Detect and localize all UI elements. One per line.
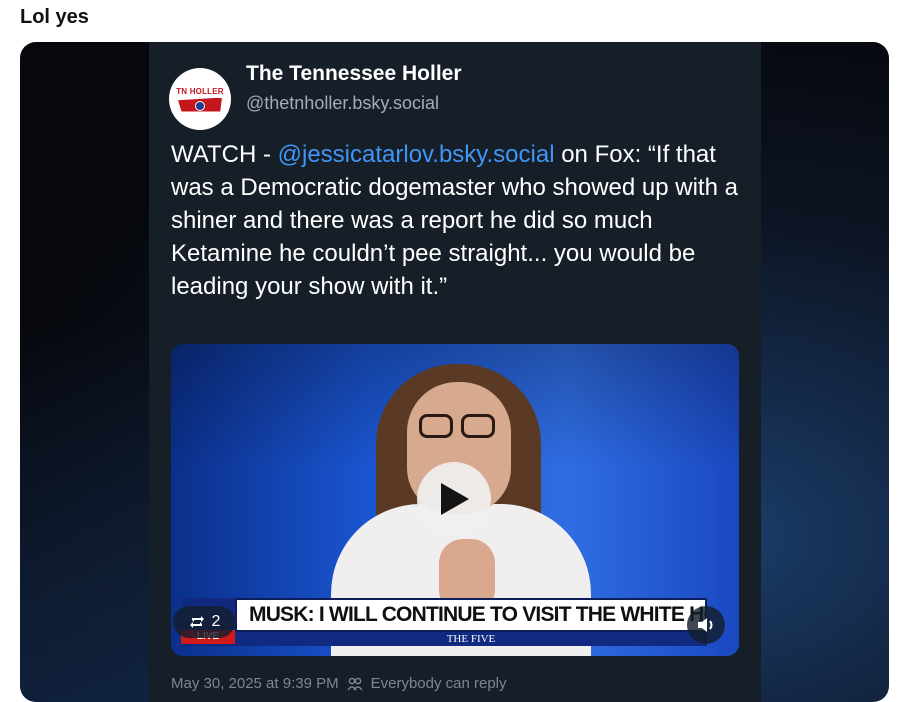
news-lower-third: LIVE MUSK: I WILL CONTINUE TO VISIT THE … — [181, 598, 707, 646]
author-handle: @thetnholler.bsky.social — [246, 93, 440, 113]
avatar-logo-text: TN HOLLER — [176, 86, 224, 96]
post-text: WATCH - @jessicatarlov.bsky.social on Fo… — [171, 138, 746, 303]
background-glow — [20, 322, 150, 702]
post-meta: May 30, 2025 at 9:39 PM Everybody can re… — [171, 675, 507, 692]
repost-count: 2 — [211, 613, 221, 630]
news-banner: MUSK: I WILL CONTINUE TO VISIT THE WHITE… — [235, 598, 707, 632]
embedded-screenshot[interactable]: TN HOLLER The Tennessee Holler @thetnhol… — [20, 42, 889, 702]
people-icon — [347, 677, 363, 690]
author-avatar: TN HOLLER — [169, 68, 231, 130]
post-text-prefix: WATCH - — [171, 141, 278, 168]
mention-link: @jessicatarlov.bsky.social — [277, 141, 555, 168]
play-icon — [441, 483, 469, 515]
speaker-icon — [698, 618, 713, 632]
author-name: The Tennessee Holler — [246, 62, 462, 85]
play-button — [417, 462, 491, 536]
post-caption: Lol yes — [20, 6, 89, 28]
reply-setting: Everybody can reply — [370, 675, 507, 692]
show-name: THE FIVE — [235, 632, 707, 646]
mute-button — [687, 606, 725, 644]
repost-icon — [189, 616, 204, 628]
tennessee-logo-icon — [178, 97, 222, 112]
glasses-left — [419, 414, 453, 438]
glasses-right — [461, 414, 495, 438]
video-thumbnail: LIVE MUSK: I WILL CONTINUE TO VISIT THE … — [171, 344, 739, 656]
post-date: May 30, 2025 at 9:39 PM — [171, 675, 339, 692]
bluesky-post-card: TN HOLLER The Tennessee Holler @thetnhol… — [149, 42, 761, 702]
repost-counter: 2 — [173, 606, 235, 638]
